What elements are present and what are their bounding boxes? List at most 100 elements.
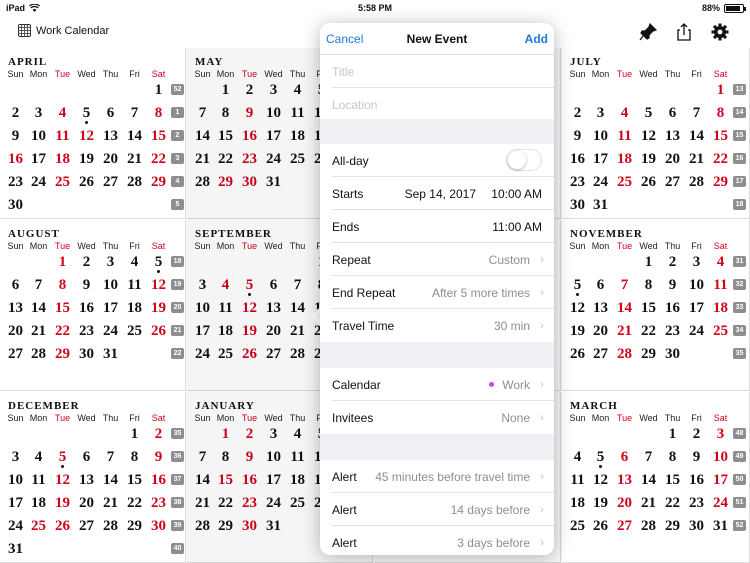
day-cell[interactable]: 13 [589, 299, 612, 317]
day-cell[interactable]: 16 [685, 471, 708, 489]
day-cell[interactable]: 18 [566, 494, 589, 512]
day-cell[interactable]: 3 [4, 448, 27, 466]
day-cell[interactable]: 28 [685, 173, 708, 191]
day-cell[interactable]: 6 [4, 276, 27, 294]
app-title[interactable]: Work Calendar [18, 24, 109, 37]
travel-time-row[interactable]: Travel Time 30 min › [320, 309, 554, 342]
day-cell[interactable]: 4 [51, 104, 74, 122]
day-cell[interactable]: 24 [27, 173, 50, 191]
day-cell[interactable]: 13 [661, 127, 684, 145]
day-cell[interactable]: 6 [99, 104, 122, 122]
day-cell[interactable]: 24 [99, 322, 122, 340]
day-cell[interactable]: 25 [27, 517, 50, 535]
day-cell[interactable]: 4 [123, 253, 146, 271]
day-cell[interactable]: 19 [566, 322, 589, 340]
day-cell[interactable]: 16 [661, 299, 684, 317]
day-cell[interactable]: 12 [637, 127, 660, 145]
day-cell[interactable]: 18 [613, 150, 636, 168]
add-button[interactable]: Add [525, 32, 548, 46]
day-cell[interactable]: 21 [637, 494, 660, 512]
day-cell[interactable]: 23 [661, 322, 684, 340]
day-cell[interactable]: 10 [99, 276, 122, 294]
day-cell[interactable]: 5 [147, 253, 170, 273]
day-cell[interactable]: 24 [4, 517, 27, 535]
day-cell[interactable]: 4 [566, 448, 589, 466]
day-cell[interactable]: 6 [75, 448, 98, 466]
day-cell[interactable]: 10 [4, 471, 27, 489]
day-cell[interactable]: 2 [4, 104, 27, 122]
day-cell[interactable]: 5 [51, 448, 74, 468]
share-icon[interactable] [674, 22, 694, 42]
day-cell[interactable]: 20 [613, 494, 636, 512]
day-cell[interactable]: 23 [4, 173, 27, 191]
day-cell[interactable]: 14 [613, 299, 636, 317]
day-cell[interactable]: 19 [589, 494, 612, 512]
day-cell[interactable]: 8 [709, 104, 732, 122]
day-cell[interactable]: 12 [75, 127, 98, 145]
day-cell[interactable]: 12 [589, 471, 612, 489]
day-cell[interactable]: 21 [685, 150, 708, 168]
alert-row-3[interactable]: Alert 3 days before › [320, 526, 554, 555]
day-cell[interactable]: 11 [51, 127, 74, 145]
day-cell[interactable]: 5 [637, 104, 660, 122]
day-cell[interactable]: 21 [99, 494, 122, 512]
day-cell[interactable]: 13 [75, 471, 98, 489]
day-cell[interactable]: 27 [4, 345, 27, 363]
month-july[interactable]: JULY Sun Mon Tue Wed Thu Fri Sat 1 2 3 4 5 6 7 8 9 10 11 12… [562, 48, 750, 219]
day-cell[interactable]: 8 [147, 104, 170, 122]
day-cell[interactable]: 22 [147, 150, 170, 168]
day-cell[interactable]: 8 [123, 448, 146, 466]
day-cell[interactable]: 11 [123, 276, 146, 294]
day-cell[interactable]: 19 [75, 150, 98, 168]
day-cell[interactable]: 9 [661, 276, 684, 294]
day-cell[interactable]: 9 [147, 448, 170, 466]
day-cell[interactable]: 5 [75, 104, 98, 124]
day-cell[interactable]: 2 [75, 253, 98, 271]
day-cell[interactable]: 27 [589, 345, 612, 363]
day-cell[interactable]: 6 [661, 104, 684, 122]
day-cell[interactable]: 25 [123, 322, 146, 340]
day-cell[interactable]: 26 [589, 517, 612, 535]
day-cell[interactable]: 26 [51, 517, 74, 535]
day-cell[interactable]: 16 [4, 150, 27, 168]
day-cell[interactable]: 31 [99, 345, 122, 363]
day-cell[interactable]: 17 [4, 494, 27, 512]
day-cell[interactable]: 7 [123, 104, 146, 122]
day-cell[interactable]: 10 [685, 276, 708, 294]
day-cell[interactable]: 22 [51, 322, 74, 340]
day-cell[interactable]: 20 [75, 494, 98, 512]
day-cell[interactable]: 17 [709, 471, 732, 489]
day-cell[interactable]: 2 [147, 425, 170, 443]
end-repeat-row[interactable]: End Repeat After 5 more times › [320, 276, 554, 309]
day-cell[interactable]: 23 [147, 494, 170, 512]
pin-icon[interactable] [638, 22, 658, 42]
day-cell[interactable]: 26 [75, 173, 98, 191]
day-cell[interactable]: 28 [27, 345, 50, 363]
location-field[interactable]: Location [320, 88, 554, 121]
repeat-row[interactable]: Repeat Custom › [320, 243, 554, 276]
day-cell[interactable]: 25 [566, 517, 589, 535]
month-march[interactable]: MARCH Sun Mon Tue Wed Thu Fri Sat 1 2 3 4 5 6 7 8 9 10 11 1… [562, 392, 750, 563]
day-cell[interactable]: 25 [613, 173, 636, 191]
alert-row-1[interactable]: Alert 45 minutes before travel time › [320, 460, 554, 493]
day-cell[interactable]: 31 [589, 196, 612, 214]
day-cell[interactable]: 4 [709, 253, 732, 271]
day-cell[interactable]: 2 [566, 104, 589, 122]
invitees-row[interactable]: Invitees None › [320, 401, 554, 434]
day-cell[interactable]: 3 [685, 253, 708, 271]
day-cell[interactable]: 17 [589, 150, 612, 168]
day-cell[interactable]: 27 [613, 517, 636, 535]
day-cell[interactable]: 25 [51, 173, 74, 191]
day-cell[interactable]: 1 [147, 81, 170, 99]
day-cell[interactable]: 7 [27, 276, 50, 294]
day-cell[interactable]: 13 [4, 299, 27, 317]
alert-row-2[interactable]: Alert 14 days before › [320, 493, 554, 526]
day-cell[interactable]: 6 [589, 276, 612, 294]
day-cell[interactable]: 16 [75, 299, 98, 317]
starts-row[interactable]: Starts Sep 14, 2017 10:00 AM [320, 177, 554, 210]
day-cell[interactable]: 10 [27, 127, 50, 145]
day-cell[interactable]: 16 [147, 471, 170, 489]
day-cell[interactable]: 15 [51, 299, 74, 317]
day-cell[interactable]: 1 [51, 253, 74, 271]
day-cell[interactable]: 29 [51, 345, 74, 363]
